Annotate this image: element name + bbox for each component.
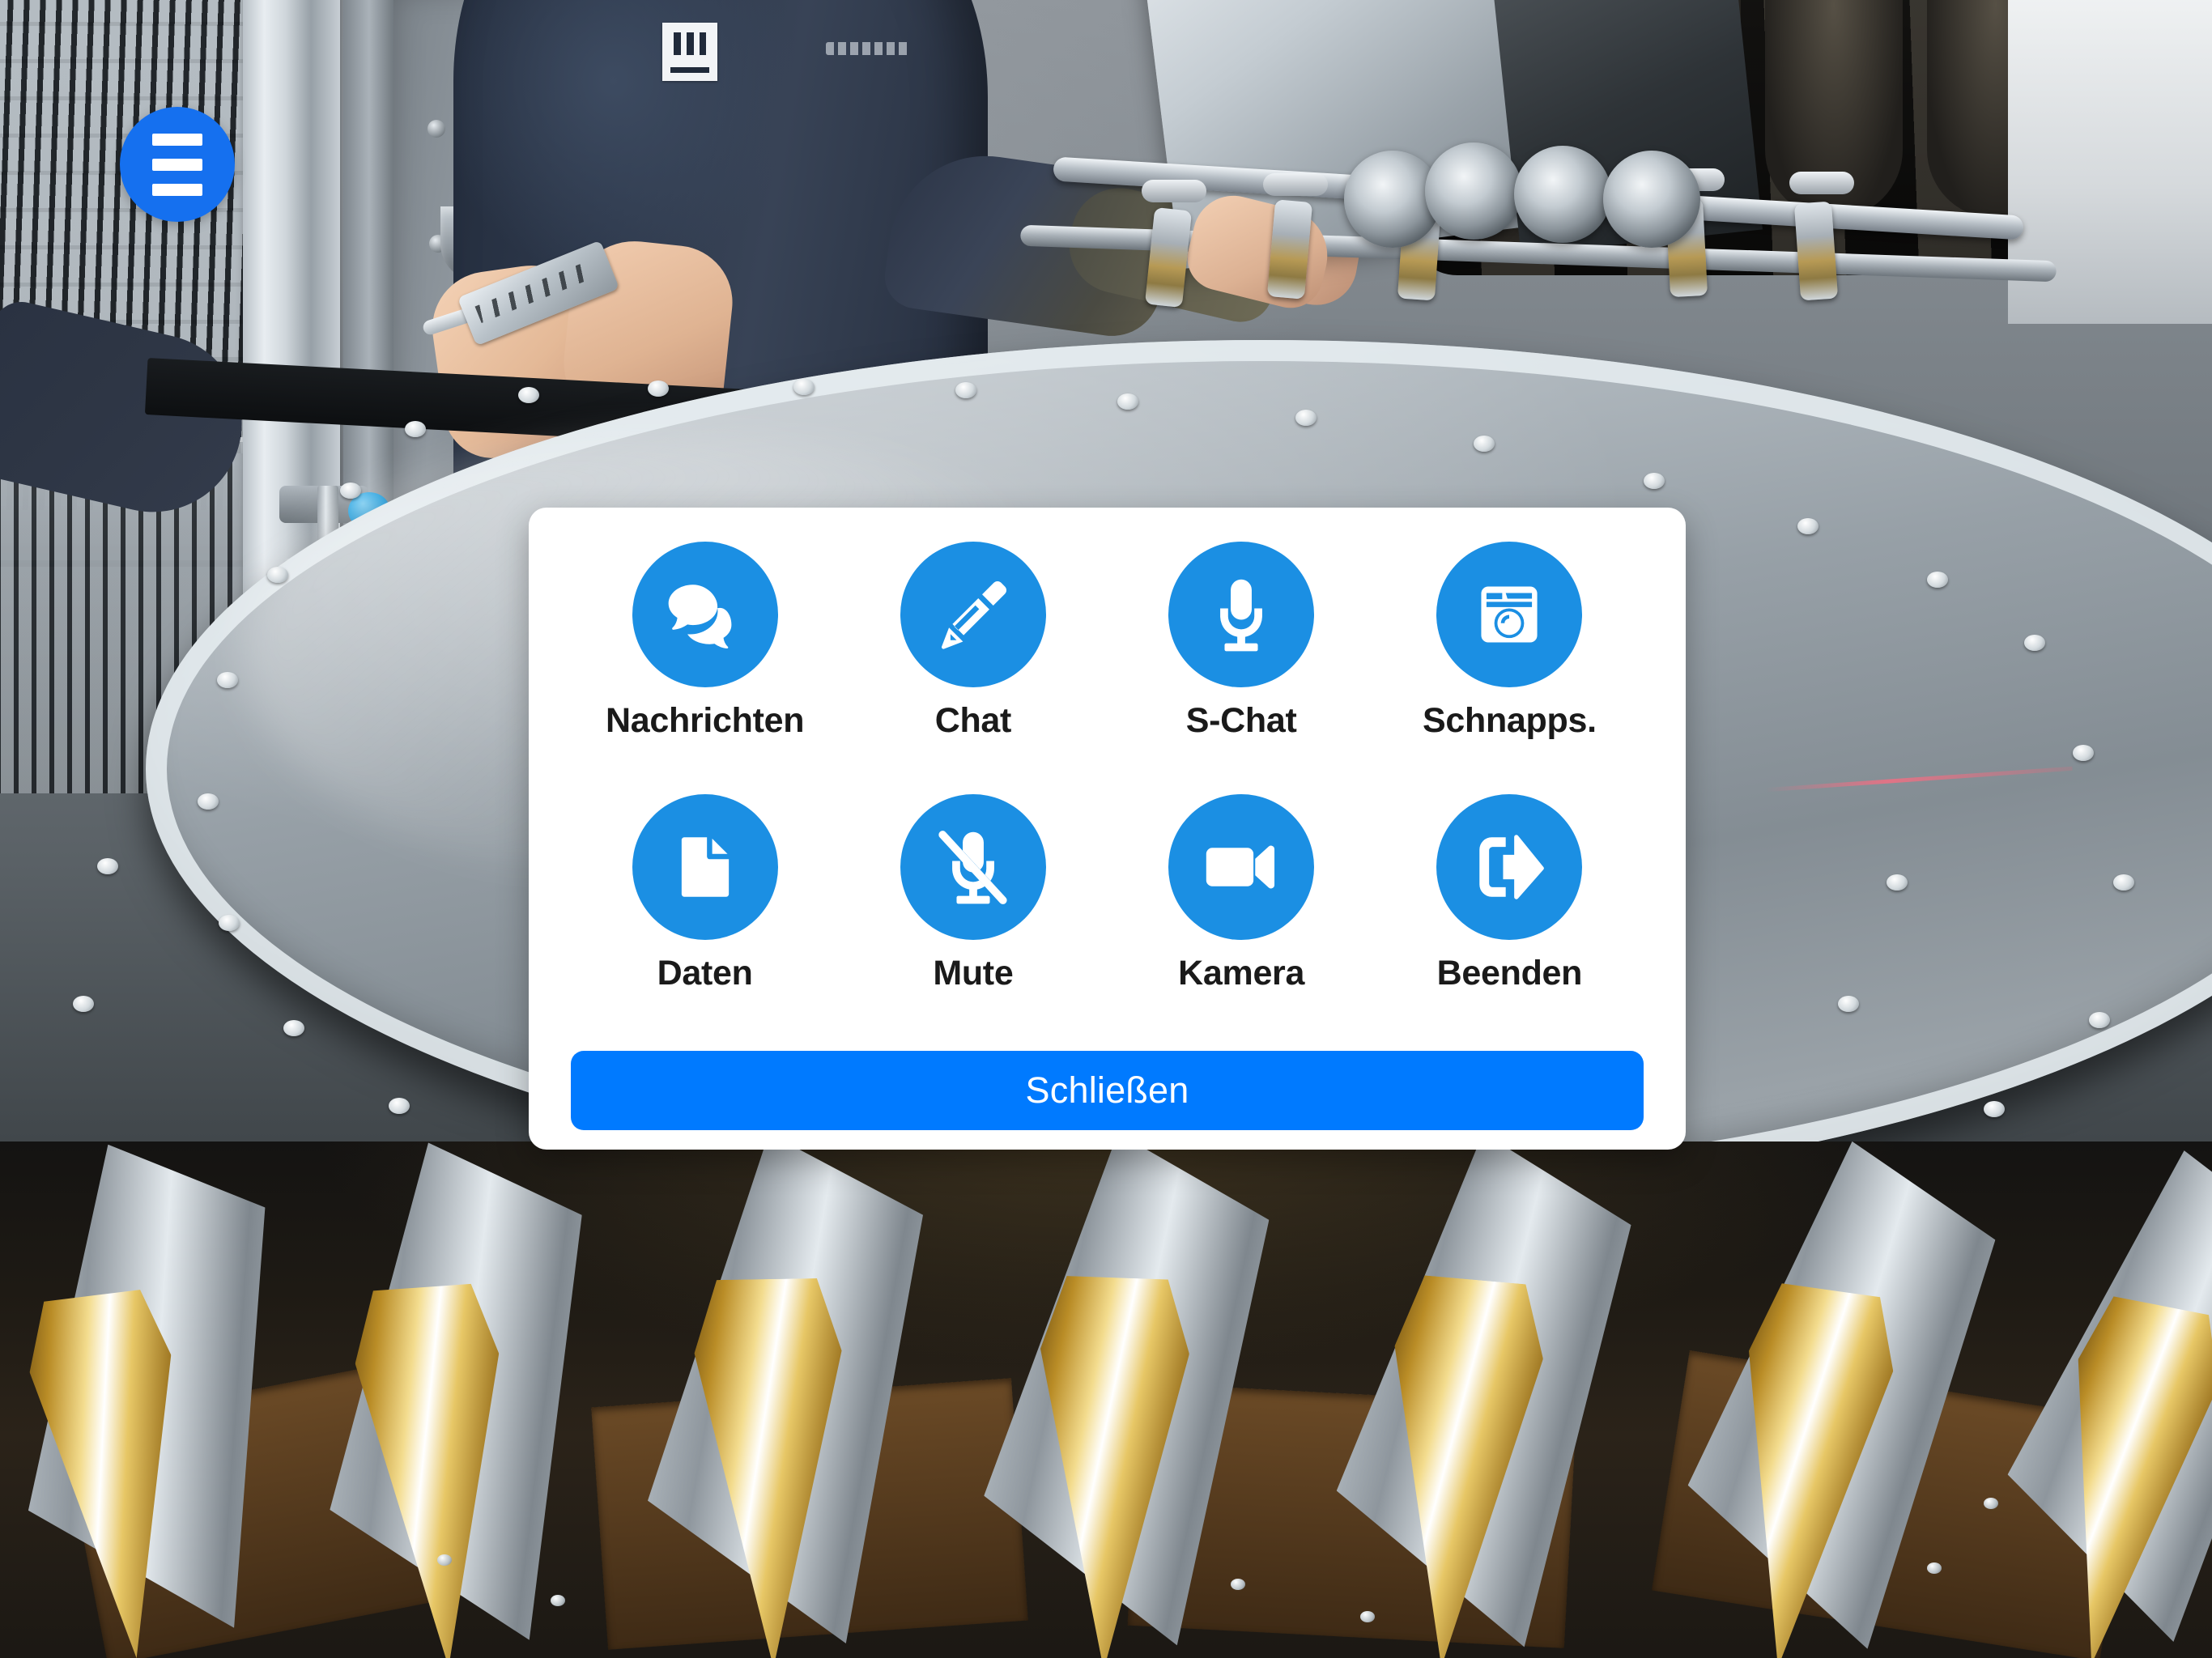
plate-stud [217,672,238,688]
action-item-label: Chat [934,701,1012,740]
plate-stud [955,382,976,398]
machine-stud [1231,1579,1245,1590]
plate-stud [793,379,815,395]
plate-stud [389,1098,410,1114]
app-screen: Nachrichten Chat S-Chat Schnapps. Daten … [0,0,2212,1658]
machine-bearing [1603,151,1700,248]
screenshot-camera-icon [1436,542,1583,687]
document-page-icon [632,793,778,940]
action-item-schnappschuss[interactable]: Schnapps. [1376,542,1644,791]
plate-stud [73,996,94,1012]
steel-column-secondary [343,0,395,559]
machine-stud [437,1554,452,1566]
machine-stud [1360,1611,1375,1622]
plate-stud [267,567,288,583]
exit-arrow-icon [1436,793,1583,940]
uniform-chest-text [826,42,911,55]
action-item-mute[interactable]: Mute [839,793,1107,1044]
plate-stud [219,915,240,931]
plate-stud [405,421,426,437]
action-item-label: Kamera [1178,953,1305,993]
rail-clamp [1793,201,1839,301]
machine-stud [1927,1562,1942,1574]
action-item-kamera[interactable]: Kamera [1108,793,1376,1044]
plate-stud [2024,635,2045,651]
action-item-label: Nachrichten [606,701,805,740]
panel-screw [428,120,445,138]
plate-stud [518,387,539,403]
plate-stud [1295,410,1317,426]
clamp-head [1263,173,1328,196]
plate-stud [340,483,361,499]
plate-stud [1887,874,1908,891]
action-item-chat[interactable]: Chat [839,542,1107,791]
plate-stud [648,380,669,397]
plate-stud [1474,436,1495,452]
chat-bubbles-icon [632,542,778,687]
action-item-label: Daten [657,953,753,993]
action-icon-grid: Nachrichten Chat S-Chat Schnapps. Daten … [571,542,1644,1043]
video-camera-icon [1168,793,1315,940]
plate-stud [1927,572,1948,588]
hamburger-menu-icon [152,158,202,171]
action-item-label: Schnapps. [1423,701,1597,740]
pencil-icon [900,542,1046,687]
hamburger-menu-icon [152,183,202,196]
action-item-daten[interactable]: Daten [571,793,839,1044]
plate-stud [97,858,118,874]
uniform-logo-patch [662,23,717,81]
machine-bearing [1514,146,1611,243]
action-item-nachrichten[interactable]: Nachrichten [571,542,839,791]
plate-stud [1117,393,1138,410]
plate-stud [283,1020,304,1036]
machine-stud [1984,1498,1998,1509]
plate-stud [2113,874,2134,891]
microphone-icon [1168,542,1315,687]
microphone-muted-icon [900,793,1046,940]
plate-stud [198,793,219,810]
clamp-head [1142,180,1206,202]
plate-stud [1838,996,1859,1012]
action-item-label: Beenden [1436,953,1583,993]
action-sheet-dialog: Nachrichten Chat S-Chat Schnapps. Daten … [529,508,1686,1150]
action-item-beenden[interactable]: Beenden [1376,793,1644,1044]
action-item-label: Mute [933,953,1014,993]
plate-stud [1797,518,1819,534]
clamp-head [1789,172,1854,194]
action-item-label: S-Chat [1185,701,1297,740]
plate-stud [2089,1012,2110,1028]
plate-stud [2073,745,2094,761]
action-item-s-chat[interactable]: S-Chat [1108,542,1376,791]
plate-stud [1644,473,1665,489]
hamburger-menu-button[interactable] [120,107,235,222]
plate-stud [1984,1101,2005,1117]
close-button[interactable]: Schließen [571,1051,1644,1130]
hamburger-menu-icon [152,133,202,146]
machine-bearing [1425,142,1522,240]
machine-stud [551,1595,565,1606]
machine-underside [0,1141,2212,1658]
